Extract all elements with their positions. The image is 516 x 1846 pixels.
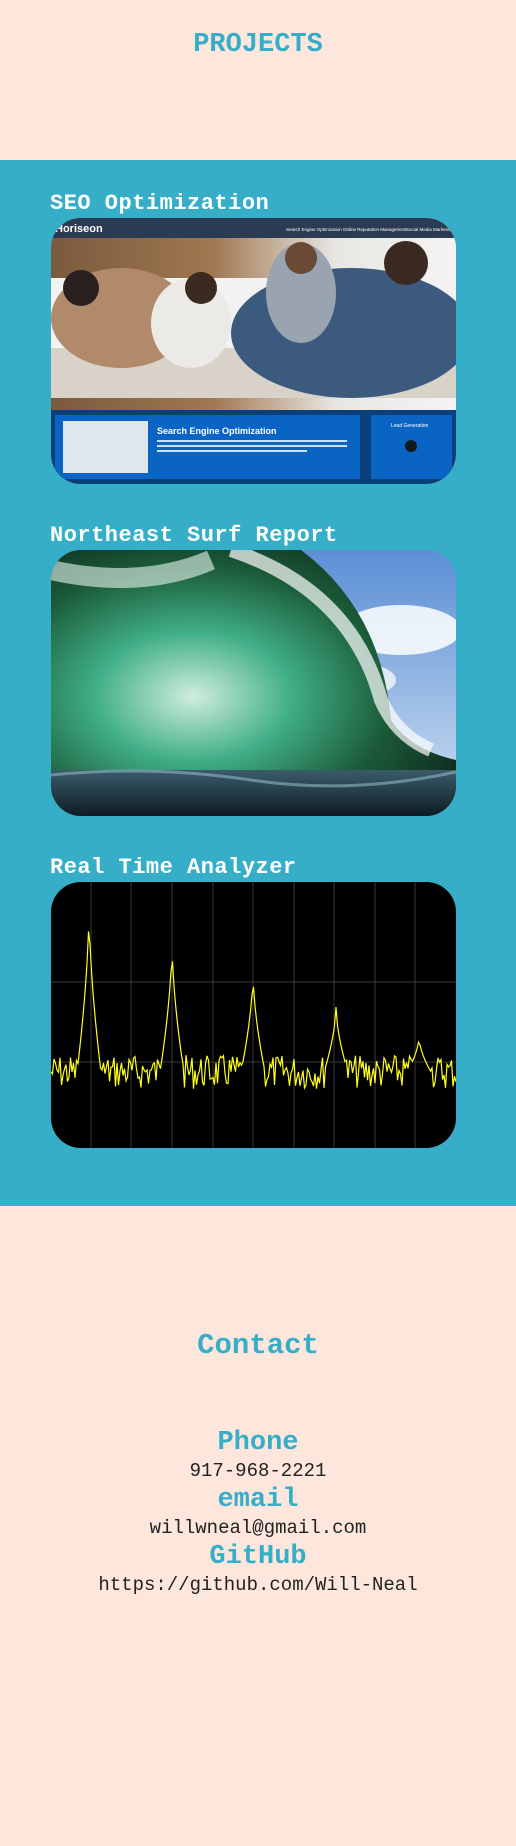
svg-text:Online Reputation Management: Online Reputation Management [343,227,407,232]
email-label: email [217,1485,299,1515]
page-title: PROJECTS [193,30,323,60]
contact-title: Contact [197,1329,319,1362]
seo-brand: Horiseon [55,223,103,235]
contact-phone: Phone 917-968-2221 [0,1428,516,1484]
phone-label: Phone [217,1428,299,1458]
svg-text:Social Media Marketing: Social Media Marketing [406,227,453,232]
project-image-seo[interactable]: Horiseon Search Engine Optimization Onli… [51,218,456,484]
github-link[interactable]: https://github.com/Will-Neal [0,1572,516,1598]
github-label: GitHub [209,1542,307,1572]
contact-email: email willwneal@gmail.com [0,1485,516,1541]
svg-text:Lead Generation: Lead Generation [391,423,428,429]
project-title-analyzer: Real Time Analyzer [50,855,297,880]
svg-text:Search Engine Optimization: Search Engine Optimization [286,227,342,232]
project-image-surf[interactable] [51,550,456,816]
email-value[interactable]: willwneal@gmail.com [0,1515,516,1541]
seo-website-screenshot: Horiseon Search Engine Optimization Onli… [51,218,456,484]
contact-github: GitHub https://github.com/Will-Neal [0,1542,516,1598]
project-image-analyzer[interactable] [51,882,456,1148]
project-title-surf: Northeast Surf Report [50,523,338,548]
phone-value[interactable]: 917-968-2221 [0,1458,516,1484]
svg-text:Search Engine Optimization: Search Engine Optimization [157,426,277,436]
project-title-seo: SEO Optimization [50,191,270,216]
spectrum-analyzer-display [51,882,456,1148]
ocean-wave-photo [51,550,456,816]
